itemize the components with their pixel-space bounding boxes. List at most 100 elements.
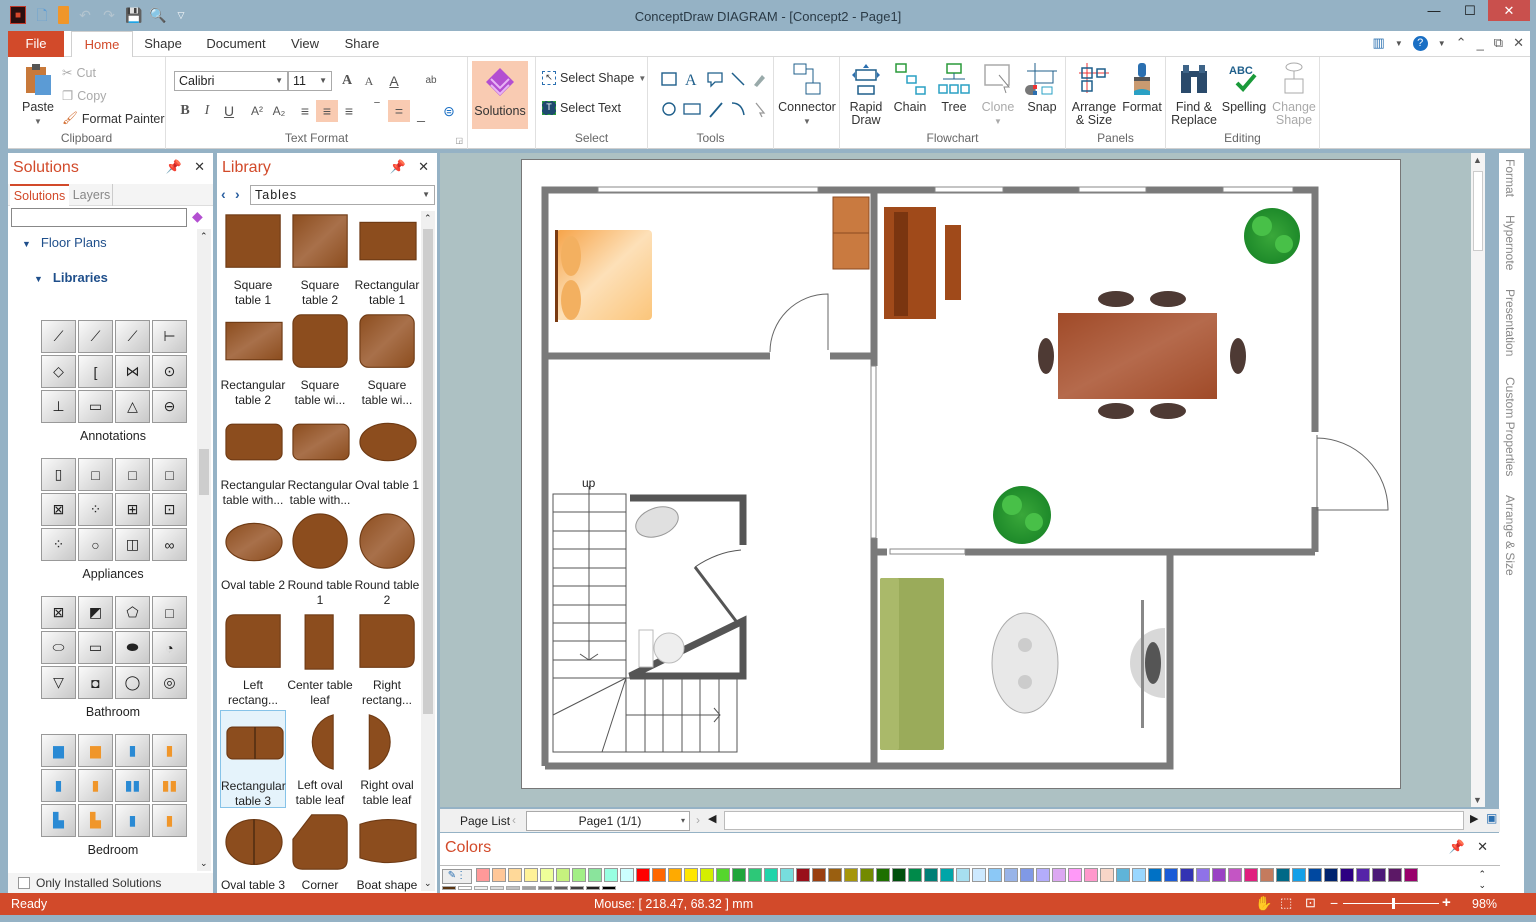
bathroom-icon[interactable]: ▽ (41, 666, 76, 699)
next-page-icon[interactable]: › (696, 813, 700, 827)
clone-button[interactable]: Clone ▼ (978, 61, 1018, 128)
library-item[interactable]: Left oval table leaf (287, 710, 353, 808)
bed-icon[interactable]: ▆ (78, 734, 113, 767)
color-swatch[interactable] (1180, 868, 1194, 882)
bed-icon[interactable]: ▮▮ (152, 769, 187, 802)
tab-home[interactable]: Home (71, 31, 133, 58)
color-swatch[interactable] (1132, 868, 1146, 882)
appliance-icon[interactable]: ∞ (152, 528, 187, 561)
library-item[interactable]: Square table 1 (220, 210, 286, 308)
color-swatch[interactable] (1068, 868, 1082, 882)
color-swatch[interactable] (556, 868, 570, 882)
color-swatch[interactable] (1084, 868, 1098, 882)
page-select[interactable]: Page1 (1/1) ▾ (526, 811, 690, 831)
bathroom-icon[interactable]: ◔ (152, 631, 187, 664)
color-swatch[interactable] (700, 868, 714, 882)
color-swatch[interactable] (844, 868, 858, 882)
format-painter-button[interactable]: 🖌 Format Painter (62, 111, 165, 126)
scroll-down-icon[interactable]: ⌄ (200, 858, 208, 869)
tree-floor-plans[interactable]: ▼ Floor Plans (22, 235, 107, 250)
color-swatch[interactable] (492, 868, 506, 882)
library-scrollbar[interactable]: ⌃ ⌄ (421, 211, 435, 891)
select-shape-button[interactable]: ↖ Select Shape ▼ (542, 71, 646, 85)
bed-icon[interactable]: ▆ (41, 734, 76, 767)
swatch-scroll-up-icon[interactable]: ⌃ (1478, 869, 1486, 880)
color-swatch[interactable] (1020, 868, 1034, 882)
library-bedroom[interactable]: ▆ ▆ ▮ ▮ ▮ ▮ ▮▮ ▮▮ ▙ ▙ ▮ ▮ Bedroom (41, 734, 187, 857)
scroll-down-icon[interactable]: ▼ (1473, 795, 1482, 805)
fit-page-icon[interactable]: ▣ (1486, 811, 1497, 825)
only-installed-checkbox[interactable] (18, 877, 30, 889)
annotation-icon[interactable]: ⟋ (41, 320, 76, 353)
annotation-icon[interactable]: ▭ (78, 390, 113, 423)
canvas-vertical-scrollbar[interactable]: ▲ ▼ (1471, 153, 1485, 807)
drawing-page[interactable]: up (521, 159, 1401, 789)
hand-tool-icon[interactable]: ✋ (1255, 895, 1272, 912)
color-swatch[interactable] (1052, 868, 1066, 882)
bed-icon[interactable]: ▮ (152, 734, 187, 767)
library-item[interactable]: Square table 2 (287, 210, 353, 308)
color-swatch[interactable] (476, 868, 490, 882)
close-panel-icon[interactable]: ✕ (418, 159, 429, 175)
gray-swatch[interactable] (474, 886, 488, 890)
library-item[interactable]: Right oval table leaf (354, 710, 420, 808)
scrollbar-thumb[interactable] (1473, 171, 1483, 251)
annotation-icon[interactable]: ◇ (41, 355, 76, 388)
tab-share[interactable]: Share (342, 31, 382, 57)
align-center-icon[interactable]: ≡ (316, 100, 338, 122)
bathroom-icon[interactable]: ◘ (78, 666, 113, 699)
color-swatch[interactable] (1260, 868, 1274, 882)
bed-icon[interactable]: ▮ (78, 769, 113, 802)
page-list-label[interactable]: Page List (460, 814, 510, 828)
pin-icon[interactable]: 📌 (166, 159, 182, 175)
color-swatch[interactable] (1276, 868, 1290, 882)
library-item[interactable]: Left rectang... (220, 610, 286, 708)
bed-icon[interactable]: ▮ (115, 734, 150, 767)
italic-icon[interactable]: I (196, 100, 218, 122)
dropdown-icon[interactable]: ▼ (1395, 39, 1403, 48)
scrollbar-thumb[interactable] (423, 229, 433, 714)
annotation-icon[interactable]: △ (115, 390, 150, 423)
tree-libraries[interactable]: ▼ Libraries (34, 270, 108, 285)
color-swatch[interactable] (780, 868, 794, 882)
color-swatch[interactable] (924, 868, 938, 882)
bed-icon[interactable]: ▮▮ (115, 769, 150, 802)
close-panel-icon[interactable]: ✕ (194, 159, 205, 175)
scroll-up-icon[interactable]: ▲ (1473, 155, 1482, 165)
minimize-button[interactable]: — (1416, 0, 1452, 21)
color-swatch[interactable] (1148, 868, 1162, 882)
solutions-search-icon[interactable]: ◆ (192, 208, 203, 225)
bathroom-icon[interactable]: ◎ (152, 666, 187, 699)
library-item[interactable]: Rectangular table 2 (220, 310, 286, 408)
maximize-button[interactable]: ☐ (1452, 0, 1488, 21)
color-swatch[interactable] (668, 868, 682, 882)
appliance-icon[interactable]: □ (78, 458, 113, 491)
library-item[interactable]: Rectangular table with... (287, 410, 353, 508)
scroll-down-icon[interactable]: ⌄ (424, 878, 432, 889)
library-item[interactable]: Right rectang... (354, 610, 420, 708)
bed-icon[interactable]: ▙ (78, 804, 113, 837)
annotation-icon[interactable]: ⊖ (152, 390, 187, 423)
color-swatch[interactable] (1100, 868, 1114, 882)
select-text-button[interactable]: T Select Text (542, 101, 621, 115)
color-swatch[interactable] (1164, 868, 1178, 882)
color-swatch[interactable] (828, 868, 842, 882)
arrange-size-button[interactable]: Arrange & Size (1070, 61, 1118, 127)
color-swatch[interactable] (892, 868, 906, 882)
color-swatch[interactable] (1244, 868, 1258, 882)
bathroom-icon[interactable]: ▭ (78, 631, 113, 664)
font-color-icon[interactable]: A (383, 70, 405, 92)
annotation-icon[interactable]: ⊙ (152, 355, 187, 388)
library-item[interactable]: Rectangular table with... (220, 410, 286, 508)
annotation-icon[interactable]: ⟋ (115, 320, 150, 353)
appliance-icon[interactable]: ⁘ (78, 493, 113, 526)
tab-custom-properties[interactable]: Custom Properties (1503, 377, 1517, 476)
color-swatch[interactable] (1388, 868, 1402, 882)
appliance-icon[interactable]: ⊡ (152, 493, 187, 526)
color-swatch[interactable] (1340, 868, 1354, 882)
color-swatch[interactable] (1116, 868, 1130, 882)
underline-icon[interactable]: U (218, 100, 240, 122)
gray-swatch[interactable] (506, 886, 520, 890)
color-swatch[interactable] (956, 868, 970, 882)
font-family-select[interactable]: Calibri ▼ (174, 71, 288, 91)
